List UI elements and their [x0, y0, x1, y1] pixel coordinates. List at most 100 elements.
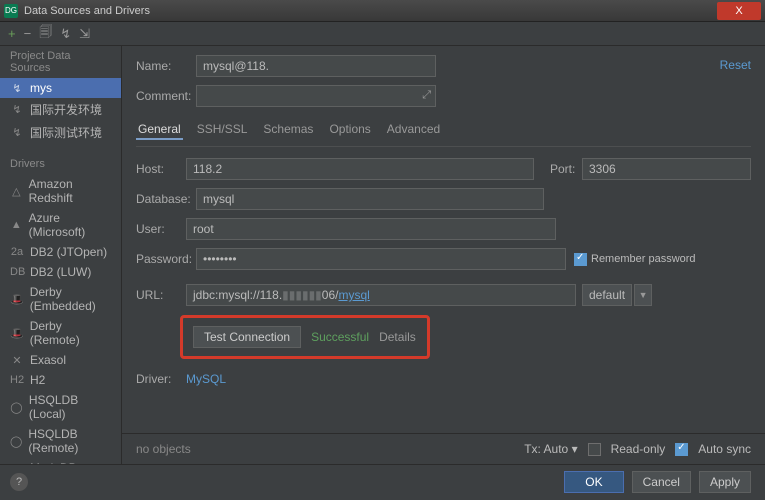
window-title: Data Sources and Drivers: [24, 5, 717, 17]
driver-icon: 🎩: [10, 327, 24, 340]
test-connection-box: Test Connection Successful Details: [180, 315, 430, 359]
datasource-icon: ↯: [10, 82, 24, 95]
readonly-label: Read-only: [611, 442, 666, 456]
tabs: General SSH/SSL Schemas Options Advanced: [136, 114, 751, 147]
driver-item[interactable]: ◯ HSQLDB (Local): [0, 390, 121, 424]
expand-icon[interactable]: ⤢: [422, 89, 431, 102]
driver-item[interactable]: H2H2: [0, 370, 121, 390]
driver-label: Azure (Microsoft): [29, 211, 111, 239]
import-icon[interactable]: ⇲: [79, 26, 90, 42]
driver-icon: △: [10, 185, 23, 198]
objects-status: no objects: [136, 442, 524, 456]
database-label: Database:: [136, 192, 196, 206]
tab-advanced[interactable]: Advanced: [385, 120, 442, 140]
driver-label: DB2 (LUW): [30, 265, 91, 279]
datasource-label: 国际开发环境: [30, 101, 102, 118]
name-input[interactable]: [196, 55, 436, 77]
driver-icon: DB: [10, 266, 24, 278]
driver-item[interactable]: ▲ Azure (Microsoft): [0, 208, 121, 242]
url-mode-caret[interactable]: ▼: [634, 284, 652, 306]
driver-label: H2: [30, 373, 45, 387]
driver-item[interactable]: 🎩Derby (Embedded): [0, 282, 121, 316]
datasource-item[interactable]: ↯ mys: [0, 78, 121, 98]
driver-icon: ✕: [10, 354, 24, 367]
driver-item[interactable]: ✕ Exasol: [0, 350, 121, 370]
comment-input[interactable]: ⤢: [196, 85, 436, 107]
driver-label: DB2 (JTOpen): [30, 245, 107, 259]
url-input[interactable]: jdbc:mysql://118.▮▮▮▮▮▮06/mysql: [186, 284, 576, 306]
readonly-checkbox[interactable]: [588, 443, 601, 456]
section-heading-sources: Project Data Sources: [0, 46, 121, 78]
driver-icon: 🎩: [10, 293, 24, 306]
chevron-down-icon: ▾: [572, 442, 578, 456]
section-heading-drivers: Drivers: [0, 154, 121, 174]
dialog-buttons: ? OK Cancel Apply: [0, 464, 765, 499]
datasource-label: mys: [30, 81, 52, 95]
driver-item[interactable]: ∿MariaDB: [0, 458, 121, 464]
tx-mode[interactable]: Tx: Auto ▾: [524, 442, 577, 456]
remember-password-checkbox[interactable]: [574, 253, 587, 266]
help-button[interactable]: ?: [10, 473, 28, 491]
driver-item[interactable]: 2a DB2 (JTOpen): [0, 242, 121, 262]
details-link[interactable]: Details: [379, 330, 416, 344]
reset-link[interactable]: Reset: [720, 58, 751, 72]
apply-button[interactable]: Apply: [699, 471, 751, 493]
comment-label: Comment:: [136, 89, 196, 103]
remove-icon[interactable]: −: [24, 26, 32, 41]
driver-link[interactable]: MySQL: [186, 372, 226, 386]
database-input[interactable]: [196, 188, 544, 210]
make-global-icon[interactable]: ↯: [60, 26, 71, 42]
driver-icon: ◯: [10, 435, 22, 448]
user-input[interactable]: [186, 218, 556, 240]
ok-button[interactable]: OK: [564, 471, 623, 493]
driver-item[interactable]: DB DB2 (LUW): [0, 262, 121, 282]
datasource-icon: ↯: [10, 126, 24, 139]
tab-general[interactable]: General: [136, 120, 183, 140]
autosync-checkbox[interactable]: [675, 443, 688, 456]
password-label: Password:: [136, 252, 196, 266]
connection-status: Successful: [311, 330, 369, 344]
driver-item[interactable]: 🎩 Derby (Remote): [0, 316, 121, 350]
cancel-button[interactable]: Cancel: [632, 471, 691, 493]
password-input[interactable]: [196, 248, 566, 270]
driver-item[interactable]: △ Amazon Redshift: [0, 174, 121, 208]
url-link[interactable]: mysql: [338, 288, 369, 302]
test-connection-button[interactable]: Test Connection: [193, 326, 301, 348]
titlebar: DG Data Sources and Drivers X: [0, 0, 765, 22]
driver-icon: ▲: [10, 219, 23, 231]
app-logo-icon: DG: [4, 4, 18, 18]
driver-label: Derby (Remote): [30, 319, 111, 347]
driver-icon: ◯: [10, 401, 23, 414]
url-mode-dropdown[interactable]: default: [582, 284, 632, 306]
driver-icon: 2a: [10, 246, 24, 258]
chevron-down-icon: ▼: [639, 290, 648, 300]
tab-sshssl[interactable]: SSH/SSL: [195, 120, 250, 140]
autosync-label: Auto sync: [698, 442, 751, 456]
remember-password-label: Remember password: [591, 253, 696, 265]
port-label: Port:: [550, 162, 582, 176]
tab-schemas[interactable]: Schemas: [261, 120, 315, 140]
datasource-icon: ↯: [10, 103, 24, 116]
driver-label: HSQLDB (Remote): [28, 427, 111, 455]
driver-label: MariaDB: [30, 461, 77, 464]
datasource-item[interactable]: ↯ 国际开发环境: [0, 98, 121, 121]
host-input[interactable]: [186, 158, 534, 180]
content-footer: no objects Tx: Auto ▾ Read-only Auto syn…: [122, 433, 765, 464]
driver-label: HSQLDB (Local): [29, 393, 111, 421]
sidebar: Project Data Sources ↯mys↯国际开发环境↯国际测试环境 …: [0, 46, 122, 464]
name-label: Name:: [136, 59, 196, 73]
driver-label: Amazon Redshift: [29, 177, 111, 205]
tab-options[interactable]: Options: [327, 120, 372, 140]
driver-item[interactable]: ◯ HSQLDB (Remote): [0, 424, 121, 458]
content-panel: Reset Name: Comment: ⤢ General SSH/SSL Sch…: [122, 46, 765, 464]
driver-label: Exasol: [30, 353, 66, 367]
close-button[interactable]: X: [717, 2, 761, 20]
driver-label: Driver:: [136, 372, 186, 386]
host-label: Host:: [136, 162, 186, 176]
add-icon[interactable]: +: [8, 26, 16, 41]
datasource-item[interactable]: ↯ 国际测试环境: [0, 121, 121, 144]
url-label: URL:: [136, 288, 186, 302]
port-input[interactable]: [582, 158, 751, 180]
copy-icon[interactable]: 🗐: [39, 23, 52, 45]
datasource-label: 国际测试环境: [30, 124, 102, 141]
